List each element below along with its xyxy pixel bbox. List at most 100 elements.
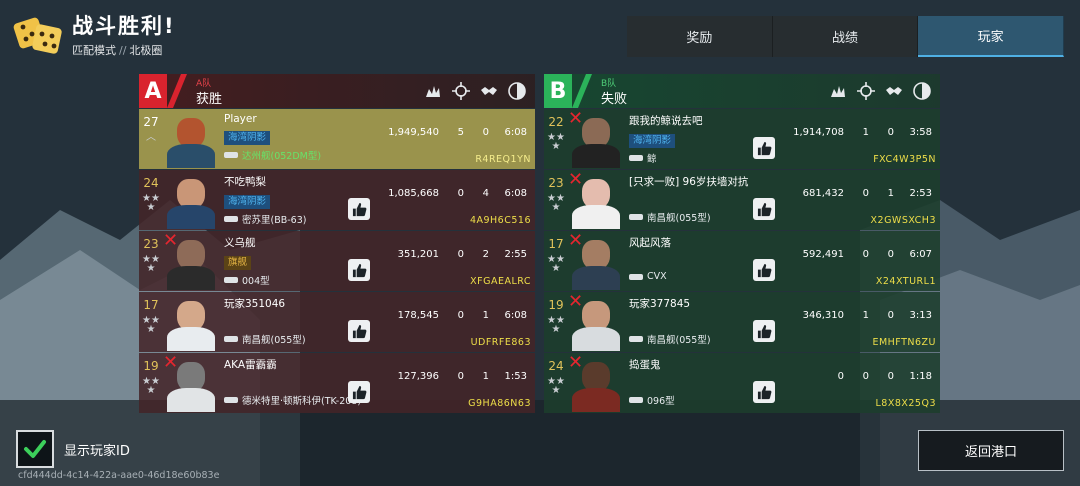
ship-icon bbox=[224, 397, 238, 403]
player-stats: 1,914,708 1 0 3:58 bbox=[774, 127, 932, 138]
like-button[interactable] bbox=[753, 381, 775, 403]
team-b-header: B B队 失败 bbox=[544, 74, 940, 108]
stat-damage: 681,432 bbox=[802, 188, 844, 199]
rank-badge-icon: ★★ ★ bbox=[547, 254, 565, 274]
stat-damage: 127,396 bbox=[397, 371, 439, 382]
player-name: [只求一败] 96岁扶墙对抗 bbox=[629, 176, 749, 188]
like-button[interactable] bbox=[348, 259, 370, 281]
thumbs-up-icon bbox=[757, 263, 771, 277]
team-a-column-icons bbox=[415, 74, 527, 108]
stat-assists: 1 bbox=[482, 371, 489, 382]
thumbs-up-icon bbox=[757, 324, 771, 338]
stat-time: 3:58 bbox=[909, 127, 932, 138]
stat-kills: 0 bbox=[457, 188, 464, 199]
team-b-result: 失败 bbox=[601, 92, 628, 107]
assists-icon bbox=[479, 81, 499, 101]
rank-number: 17 bbox=[548, 237, 564, 251]
stat-time: 3:13 bbox=[909, 310, 932, 321]
battle-header: 战斗胜利! 匹配模式//北极圈 bbox=[12, 10, 176, 58]
thumbs-up-icon bbox=[352, 202, 366, 216]
player-avatar: ✕ bbox=[568, 354, 624, 412]
stat-kills: 0 bbox=[457, 249, 464, 260]
like-button[interactable] bbox=[753, 137, 775, 159]
player-row[interactable]: 19 ★★ ★ ✕ 玩家377845 南昌舰(055型) 346,310 1 0 3:13 EMHF… bbox=[544, 292, 940, 352]
team-b-panel: B B队 失败 22 ★★ ★ ✕ 跟我的鲸说去吧 海湾阴影鲸 1,914,708 1 0 3:5… bbox=[544, 74, 940, 413]
battle-mode: 匹配模式//北极圈 bbox=[72, 42, 176, 58]
rank-number: 23 bbox=[548, 176, 564, 190]
player-ship: 密苏里(BB-63) bbox=[224, 212, 306, 226]
player-stats: 1,949,540 5 0 6:08 bbox=[369, 127, 527, 138]
thumbs-up-icon bbox=[352, 324, 366, 338]
team-slash-decor bbox=[572, 74, 592, 108]
player-avatar: ✕ bbox=[163, 354, 219, 412]
ship-icon bbox=[629, 155, 643, 161]
player-row[interactable]: 23 ★★ ★ ✕ [只求一败] 96岁扶墙对抗 南昌舰(055型) 681,432 0 1 2:… bbox=[544, 170, 940, 230]
mode-label: 匹配模式 bbox=[72, 44, 116, 57]
like-button[interactable] bbox=[348, 381, 370, 403]
player-rank: 17 ★★ ★ bbox=[544, 231, 568, 291]
player-info: AKA雷霸霸 德米特里·顿斯科伊(TK-208) bbox=[224, 357, 361, 407]
player-row[interactable]: 27 ︿ Player 海湾阴影 达州舰(052DM型) 1,949,540 5 0 6:08 R… bbox=[139, 109, 535, 169]
return-to-port-button[interactable]: 返回港口 bbox=[918, 430, 1064, 471]
player-avatar bbox=[163, 293, 219, 351]
like-button[interactable] bbox=[753, 259, 775, 281]
stat-assists: 0 bbox=[887, 127, 894, 138]
time-icon bbox=[507, 81, 527, 101]
like-button[interactable] bbox=[348, 198, 370, 220]
tab-players[interactable]: 玩家 bbox=[918, 16, 1065, 57]
team-a-result: 获胜 bbox=[196, 92, 223, 107]
rank-badge-icon: ★★ ★ bbox=[547, 132, 565, 152]
ship-name: 南昌舰(055型) bbox=[647, 213, 711, 224]
player-info: 义乌舰 旗舰 004型 bbox=[224, 235, 270, 287]
player-row[interactable]: 23 ★★ ★ ✕ 义乌舰 旗舰 004型 351,201 0 2 2:55 XFGAEALRC bbox=[139, 231, 535, 291]
player-row[interactable]: 17 ★★ ★ ✕ 风起风落 CVX 592,491 0 0 6:07 X24XTURL1 bbox=[544, 231, 940, 291]
player-rank: 24 ★★ ★ bbox=[544, 353, 568, 413]
stat-time: 6:08 bbox=[504, 310, 527, 321]
team-slash-decor bbox=[167, 74, 187, 108]
team-a-panel: A A队 获胜 27 ︿ Player 海湾阴影 达州舰(052DM型) 1,949,54… bbox=[139, 74, 535, 413]
kills-icon bbox=[856, 81, 876, 101]
player-info: [只求一败] 96岁扶墙对抗南昌舰(055型) bbox=[629, 174, 748, 224]
player-row[interactable]: 24 ★★ ★ 不吃鸭梨 海湾阴影 密苏里(BB-63) 1,085,668 0 4 6:08 4A… bbox=[139, 170, 535, 230]
ship-name: 南昌舰(055型) bbox=[647, 335, 711, 346]
player-avatar bbox=[163, 110, 219, 168]
ship-name: 密苏里(BB-63) bbox=[242, 215, 307, 226]
damage-icon bbox=[828, 81, 848, 101]
tab-record[interactable]: 战绩 bbox=[772, 16, 919, 57]
player-name: AKA雷霸霸 bbox=[224, 359, 277, 371]
player-name: 玩家377845 bbox=[629, 298, 691, 310]
stat-kills: 0 bbox=[457, 310, 464, 321]
player-name: 风起风落 bbox=[629, 237, 671, 249]
show-player-id-toggle[interactable]: 显示玩家ID bbox=[16, 430, 130, 468]
player-name: 玩家351046 bbox=[224, 298, 286, 310]
thumbs-up-icon bbox=[352, 263, 366, 277]
like-button[interactable] bbox=[753, 320, 775, 342]
stat-assists: 0 bbox=[887, 310, 894, 321]
rank-badge-icon: ★★ ★ bbox=[142, 315, 160, 335]
ship-name: 鲸 bbox=[647, 154, 657, 165]
rank-number: 22 bbox=[548, 115, 564, 129]
player-avatar: ✕ bbox=[568, 293, 624, 351]
player-stats: 346,310 1 0 3:13 bbox=[774, 310, 932, 321]
rank-badge-icon: ★★ ★ bbox=[142, 193, 160, 213]
player-ship: 南昌舰(055型) bbox=[629, 332, 711, 346]
player-info: 捣蛋鬼 096型 bbox=[629, 357, 675, 407]
player-row[interactable]: 24 ★★ ★ ✕ 捣蛋鬼 096型 0 0 0 1:18 L8X8X25Q3 bbox=[544, 353, 940, 413]
like-button[interactable] bbox=[348, 320, 370, 342]
thumbs-up-icon bbox=[757, 202, 771, 216]
like-button[interactable] bbox=[753, 198, 775, 220]
show-id-checkbox[interactable] bbox=[16, 430, 54, 468]
tab-rewards[interactable]: 奖励 bbox=[627, 16, 773, 57]
ship-name: 096型 bbox=[647, 396, 675, 407]
rank-number: 19 bbox=[143, 359, 159, 373]
player-row[interactable]: 22 ★★ ★ ✕ 跟我的鲸说去吧 海湾阴影鲸 1,914,708 1 0 3:58 FXC4W3P… bbox=[544, 109, 940, 169]
stat-damage: 178,545 bbox=[397, 310, 439, 321]
stat-damage: 1,085,668 bbox=[388, 188, 439, 199]
player-ship: CVX bbox=[629, 271, 671, 282]
thumbs-up-icon bbox=[757, 141, 771, 155]
player-row[interactable]: 19 ★★ ★ ✕ AKA雷霸霸 德米特里·顿斯科伊(TK-208) 127,396 0 1 1:… bbox=[139, 353, 535, 413]
destroyed-x-icon: ✕ bbox=[568, 293, 584, 312]
player-ship: 南昌舰(055型) bbox=[224, 332, 306, 346]
mode-separator: // bbox=[119, 44, 127, 57]
player-row[interactable]: 17 ★★ ★ 玩家351046 南昌舰(055型) 178,545 0 1 6:08 UDFRF… bbox=[139, 292, 535, 352]
